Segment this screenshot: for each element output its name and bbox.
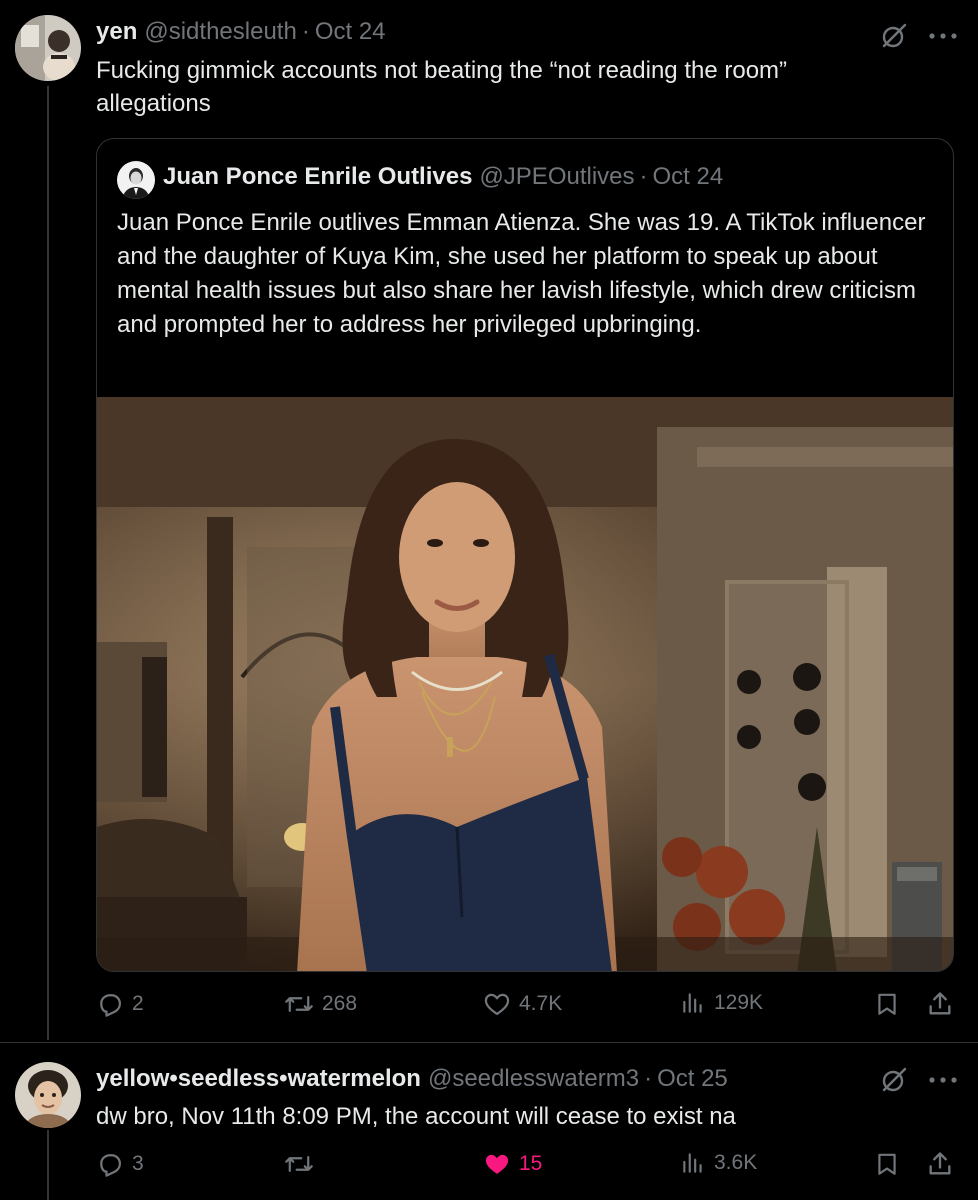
- quoted-date[interactable]: Oct 24: [653, 163, 724, 191]
- share-icon[interactable]: [926, 1150, 954, 1178]
- reply-button[interactable]: 2: [96, 990, 144, 1018]
- like-button[interactable]: 4.7K: [483, 990, 562, 1018]
- bookmark-icon[interactable]: [874, 990, 900, 1018]
- quoted-text: Juan Ponce Enrile outlives Emman Atienza…: [117, 209, 926, 338]
- views-count: 3.6K: [714, 1151, 758, 1174]
- reply-author-name[interactable]: yellow•seedless•watermelon: [96, 1065, 421, 1093]
- repost-count: 268: [322, 992, 358, 1015]
- views-count: 129K: [714, 991, 764, 1014]
- post-top-actions: [880, 22, 958, 50]
- grok-icon[interactable]: [880, 22, 908, 50]
- repost-button[interactable]: 268: [284, 990, 357, 1018]
- post-header: yen @sidthesleuth · Oct 24: [96, 18, 386, 46]
- like-count: 15: [519, 1152, 543, 1175]
- like-count: 4.7K: [519, 992, 563, 1015]
- grok-icon[interactable]: [880, 1066, 908, 1094]
- reply-date[interactable]: Oct 25: [657, 1065, 728, 1093]
- reply-action-bar: 3 15 3.6K: [96, 1150, 954, 1190]
- repost-icon: [285, 995, 313, 1013]
- thread-line: [47, 86, 49, 1040]
- like-button[interactable]: 15: [483, 1150, 542, 1178]
- separator: ·: [639, 163, 648, 190]
- views-icon: [683, 1153, 702, 1173]
- reply-button[interactable]: 3: [96, 1150, 144, 1178]
- reply-count: 3: [132, 1152, 144, 1175]
- avatar[interactable]: [15, 15, 81, 81]
- bookmark-icon[interactable]: [874, 1150, 900, 1178]
- separator: ·: [301, 18, 310, 45]
- repost-icon: [285, 1155, 313, 1173]
- views-icon: [683, 993, 702, 1013]
- more-icon[interactable]: [928, 31, 958, 41]
- thread-line: [47, 1130, 49, 1200]
- quoted-post[interactable]: Juan Ponce Enrile Outlives @JPEOutlives …: [96, 138, 954, 972]
- reply-icon: [100, 994, 122, 1017]
- separator: ·: [644, 1065, 653, 1092]
- reply-top-actions: [880, 1066, 958, 1094]
- repost-button[interactable]: [284, 1150, 322, 1178]
- post-text: Fucking gimmick accounts not beating the…: [96, 57, 788, 117]
- quoted-author-name[interactable]: Juan Ponce Enrile Outlives: [163, 163, 472, 191]
- divider: [0, 1042, 978, 1043]
- views-button[interactable]: 129K: [680, 990, 763, 1016]
- author-name[interactable]: yen: [96, 18, 137, 46]
- reply-icon: [100, 1154, 122, 1177]
- quoted-photo[interactable]: [97, 397, 953, 971]
- share-icon[interactable]: [926, 990, 954, 1018]
- author-handle[interactable]: @sidthesleuth: [144, 18, 296, 46]
- post-action-bar: 2 268 4.7K 129K: [96, 990, 954, 1030]
- reply-text: dw bro, Nov 11th 8:09 PM, the account wi…: [96, 1103, 736, 1130]
- post-date[interactable]: Oct 24: [315, 18, 386, 46]
- quoted-header: Juan Ponce Enrile Outlives @JPEOutlives …: [163, 163, 723, 191]
- heart-filled-icon: [485, 1154, 509, 1174]
- more-icon[interactable]: [928, 1075, 958, 1085]
- quoted-author-handle[interactable]: @JPEOutlives: [479, 163, 634, 191]
- views-button[interactable]: 3.6K: [680, 1150, 757, 1176]
- heart-icon: [484, 993, 510, 1016]
- reply-author-handle[interactable]: @seedlesswaterm3: [428, 1065, 639, 1093]
- reply-count: 2: [132, 992, 144, 1015]
- reply-avatar[interactable]: [15, 1062, 81, 1128]
- reply-header: yellow•seedless•watermelon @seedlesswate…: [96, 1065, 728, 1093]
- quoted-avatar[interactable]: [117, 161, 155, 199]
